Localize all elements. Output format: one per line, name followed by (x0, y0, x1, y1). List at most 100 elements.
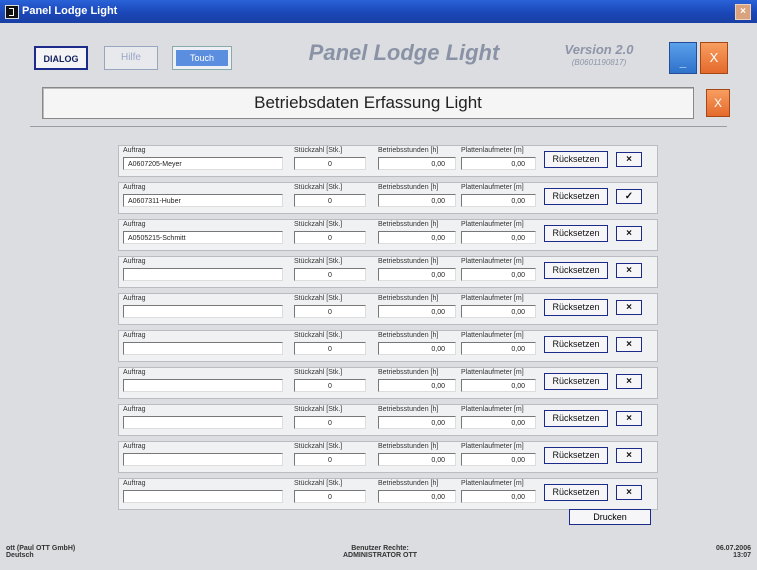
stueckzahl-field[interactable]: 0 (294, 490, 366, 503)
app-close-button[interactable]: X (700, 42, 728, 74)
reset-button[interactable]: Rücksetzen (544, 410, 608, 427)
auftrag-label: Auftrag (123, 369, 146, 376)
betriebsstunden-label: Betriebsstunden [h] (378, 258, 439, 265)
plattenlaufmeter-field[interactable]: 0,00 (461, 194, 536, 207)
minimize-button[interactable]: _ (669, 42, 697, 74)
row-action-button[interactable]: × (616, 152, 642, 167)
page-title: Betriebsdaten Erfassung Light (254, 93, 482, 112)
stueckzahl-field[interactable]: 0 (294, 416, 366, 429)
plattenlaufmeter-label: Plattenlaufmeter [m] (461, 369, 524, 376)
betriebsstunden-field[interactable]: 0,00 (378, 268, 456, 281)
touch-button[interactable]: Touch (172, 46, 232, 70)
plattenlaufmeter-label: Plattenlaufmeter [m] (461, 147, 524, 154)
plattenlaufmeter-field[interactable]: 0,00 (461, 453, 536, 466)
auftrag-label: Auftrag (123, 258, 146, 265)
stueckzahl-label: Stückzahl [Stk.] (294, 184, 343, 191)
betriebsstunden-label: Betriebsstunden [h] (378, 406, 439, 413)
plattenlaufmeter-label: Plattenlaufmeter [m] (461, 221, 524, 228)
plattenlaufmeter-field[interactable]: 0,00 (461, 490, 536, 503)
stueckzahl-field[interactable]: 0 (294, 379, 366, 392)
auftrag-label: Auftrag (123, 184, 146, 191)
reset-button[interactable]: Rücksetzen (544, 336, 608, 353)
plattenlaufmeter-field[interactable]: 0,00 (461, 157, 536, 170)
stueckzahl-field[interactable]: 0 (294, 268, 366, 281)
row-action-button[interactable]: × (616, 337, 642, 352)
betriebsstunden-field[interactable]: 0,00 (378, 416, 456, 429)
auftrag-field[interactable] (123, 490, 283, 503)
stueckzahl-label: Stückzahl [Stk.] (294, 332, 343, 339)
betriebsstunden-field[interactable]: 0,00 (378, 342, 456, 355)
plattenlaufmeter-field[interactable]: 0,00 (461, 379, 536, 392)
betriebsstunden-field[interactable]: 0,00 (378, 453, 456, 466)
reset-button[interactable]: Rücksetzen (544, 447, 608, 464)
page-close-button[interactable]: X (706, 89, 730, 117)
row-action-button[interactable]: × (616, 448, 642, 463)
auftrag-field[interactable] (123, 379, 283, 392)
betriebsstunden-field[interactable]: 0,00 (378, 231, 456, 244)
plattenlaufmeter-label: Plattenlaufmeter [m] (461, 184, 524, 191)
reset-button[interactable]: Rücksetzen (544, 299, 608, 316)
betriebsstunden-field[interactable]: 0,00 (378, 305, 456, 318)
auftrag-field[interactable]: A0607205-Meyer (123, 157, 283, 170)
app-body: DIALOG Hilfe Touch Panel Lodge Light Ver… (0, 23, 757, 570)
plattenlaufmeter-label: Plattenlaufmeter [m] (461, 443, 524, 450)
auftrag-field[interactable] (123, 416, 283, 429)
auftrag-label: Auftrag (123, 406, 146, 413)
stueckzahl-label: Stückzahl [Stk.] (294, 147, 343, 154)
auftrag-field[interactable]: A0607311-Huber (123, 194, 283, 207)
print-button[interactable]: Drucken (569, 509, 651, 525)
betriebsstunden-label: Betriebsstunden [h] (378, 147, 439, 154)
auftrag-field[interactable] (123, 305, 283, 318)
app-title: Panel Lodge Light (308, 40, 500, 65)
plattenlaufmeter-field[interactable]: 0,00 (461, 342, 536, 355)
auftrag-label: Auftrag (123, 443, 146, 450)
betriebsstunden-field[interactable]: 0,00 (378, 490, 456, 503)
betriebsstunden-field[interactable]: 0,00 (378, 194, 456, 207)
auftrag-field[interactable] (123, 268, 283, 281)
row-action-button[interactable]: × (616, 300, 642, 315)
table-row: Auftrag Stückzahl [Stk.] Betriebsstunden [… (118, 441, 658, 473)
betriebsstunden-label: Betriebsstunden [h] (378, 295, 439, 302)
footer-rights-value: ADMINISTRATOR OTT (342, 552, 417, 559)
reset-button[interactable]: Rücksetzen (544, 373, 608, 390)
stueckzahl-field[interactable]: 0 (294, 305, 366, 318)
betriebsstunden-field[interactable]: 0,00 (378, 157, 456, 170)
row-action-button[interactable]: × (616, 374, 642, 389)
row-action-button[interactable]: × (616, 263, 642, 278)
help-button[interactable]: Hilfe (104, 46, 158, 70)
stueckzahl-field[interactable]: 0 (294, 194, 366, 207)
stueckzahl-field[interactable]: 0 (294, 157, 366, 170)
plattenlaufmeter-field[interactable]: 0,00 (461, 231, 536, 244)
betriebsstunden-label: Betriebsstunden [h] (378, 369, 439, 376)
dialog-button[interactable]: DIALOG (34, 46, 88, 70)
footer-time: 13:07 (733, 552, 751, 559)
stueckzahl-field[interactable]: 0 (294, 342, 366, 355)
auftrag-field[interactable]: A0505215-Schmitt (123, 231, 283, 244)
reset-button[interactable]: Rücksetzen (544, 151, 608, 168)
plattenlaufmeter-label: Plattenlaufmeter [m] (461, 258, 524, 265)
row-action-button[interactable]: × (616, 485, 642, 500)
auftrag-field[interactable] (123, 342, 283, 355)
subheader-bar: Betriebsdaten Erfassung Light (42, 87, 694, 119)
reset-button[interactable]: Rücksetzen (544, 262, 608, 279)
plattenlaufmeter-field[interactable]: 0,00 (461, 268, 536, 281)
reset-button[interactable]: Rücksetzen (544, 225, 608, 242)
betriebsstunden-field[interactable]: 0,00 (378, 379, 456, 392)
table-row: Auftrag Stückzahl [Stk.] Betriebsstunden [… (118, 478, 658, 510)
row-action-button[interactable]: × (616, 411, 642, 426)
app-header: DIALOG Hilfe Touch Panel Lodge Light Ver… (24, 33, 736, 79)
reset-button[interactable]: Rücksetzen (544, 188, 608, 205)
stueckzahl-field[interactable]: 0 (294, 231, 366, 244)
row-action-button[interactable]: × (616, 226, 642, 241)
status-footer: ott (Paul OTT GmbH) Deutsch Benutzer Rec… (0, 541, 757, 570)
auftrag-field[interactable] (123, 453, 283, 466)
row-action-button[interactable]: ✓ (616, 189, 642, 204)
touch-label: Touch (176, 50, 228, 66)
footer-date: 06.07.2006 (715, 545, 751, 552)
plattenlaufmeter-field[interactable]: 0,00 (461, 305, 536, 318)
stueckzahl-label: Stückzahl [Stk.] (294, 443, 343, 450)
window-close-button[interactable]: × (735, 4, 751, 20)
reset-button[interactable]: Rücksetzen (544, 484, 608, 501)
plattenlaufmeter-field[interactable]: 0,00 (461, 416, 536, 429)
stueckzahl-field[interactable]: 0 (294, 453, 366, 466)
